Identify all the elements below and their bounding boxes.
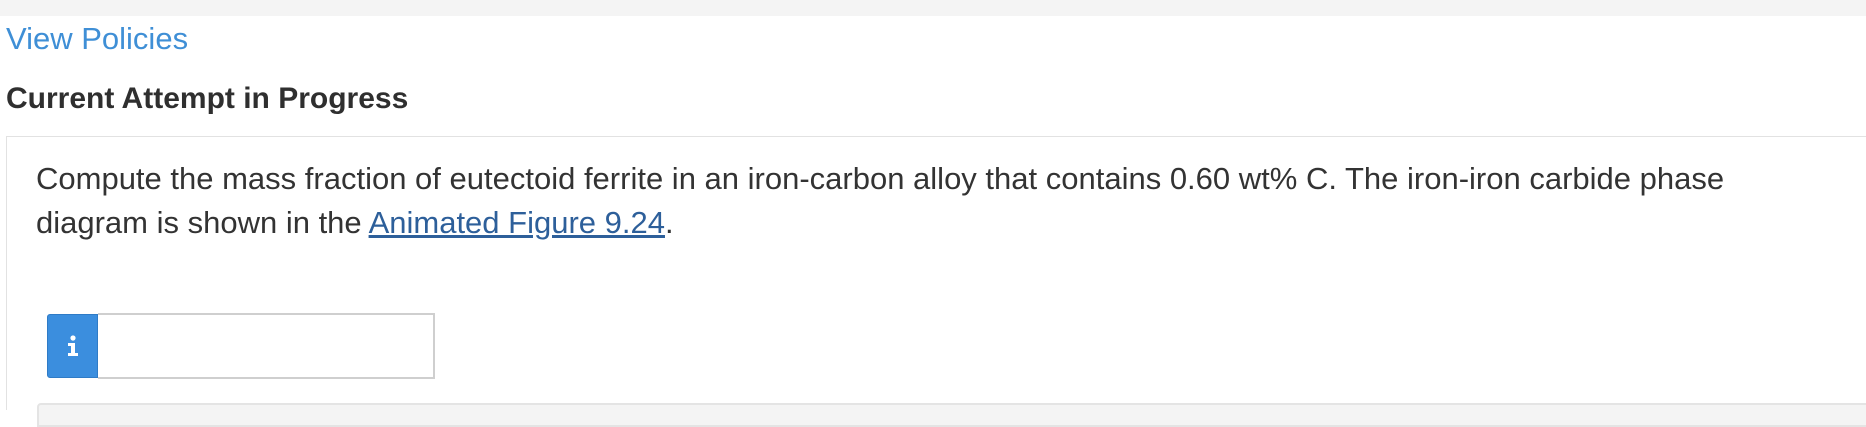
solution-panel-bar [37, 403, 1866, 427]
question-period: . [664, 205, 674, 240]
view-policies-link[interactable]: View Policies [6, 20, 188, 58]
attempt-title: Current Attempt in Progress [6, 82, 409, 115]
animated-figure-link[interactable]: Animated Figure 9.24 [369, 205, 665, 240]
question-panel: Compute the mass fraction of eutectoid f… [6, 137, 1866, 427]
info-icon [67, 335, 78, 356]
question-prompt: Compute the mass fraction of eutectoid f… [36, 161, 1725, 240]
answer-input[interactable] [98, 313, 435, 379]
info-button[interactable] [47, 314, 98, 378]
question-text: Compute the mass fraction of eutectoid f… [36, 157, 1836, 245]
answer-row [47, 313, 435, 380]
top-strip [0, 0, 1866, 16]
